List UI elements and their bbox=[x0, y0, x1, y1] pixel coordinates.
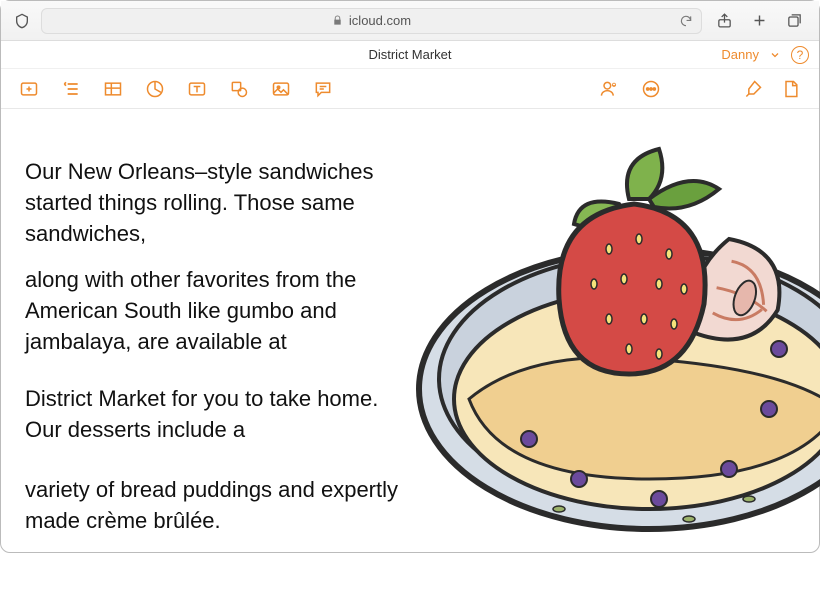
paragraph-styles-icon[interactable] bbox=[61, 79, 81, 99]
collaborate-icon[interactable] bbox=[599, 79, 619, 99]
text-box-icon[interactable] bbox=[187, 79, 207, 99]
new-tab-icon[interactable] bbox=[751, 12, 768, 29]
document-canvas[interactable]: Our New Orleans–style sandwiches started… bbox=[1, 109, 819, 554]
browser-actions bbox=[710, 12, 809, 29]
privacy-report-icon[interactable] bbox=[11, 13, 33, 29]
share-icon[interactable] bbox=[716, 12, 733, 29]
paragraph: variety of bread puddings and expertly m… bbox=[25, 475, 400, 537]
shape-icon[interactable] bbox=[229, 79, 249, 99]
help-icon[interactable]: ? bbox=[791, 46, 809, 64]
chart-icon[interactable] bbox=[145, 79, 165, 99]
refresh-icon[interactable] bbox=[679, 14, 693, 28]
add-icon[interactable] bbox=[19, 79, 39, 99]
table-icon[interactable] bbox=[103, 79, 123, 99]
more-icon[interactable] bbox=[641, 79, 661, 99]
paragraph: District Market for you to take home. Ou… bbox=[25, 384, 400, 446]
paragraph: along with other favorites from the Amer… bbox=[25, 265, 400, 357]
chevron-down-icon[interactable] bbox=[769, 49, 781, 61]
tabs-icon[interactable] bbox=[786, 12, 803, 29]
user-menu[interactable]: Danny bbox=[721, 47, 759, 62]
url-text: icloud.com bbox=[349, 13, 411, 28]
media-icon[interactable] bbox=[271, 79, 291, 99]
url-bar[interactable]: icloud.com bbox=[41, 8, 702, 34]
browser-chrome: icloud.com bbox=[1, 1, 819, 41]
format-brush-icon[interactable] bbox=[743, 79, 763, 99]
lock-icon bbox=[332, 15, 343, 26]
app-header: District Market Danny ? bbox=[1, 41, 819, 69]
comment-icon[interactable] bbox=[313, 79, 333, 99]
document-title: District Market bbox=[368, 47, 451, 62]
dessert-illustration bbox=[349, 99, 820, 599]
paragraph: Our New Orleans–style sandwiches started… bbox=[25, 157, 400, 249]
document-options-icon[interactable] bbox=[781, 79, 801, 99]
